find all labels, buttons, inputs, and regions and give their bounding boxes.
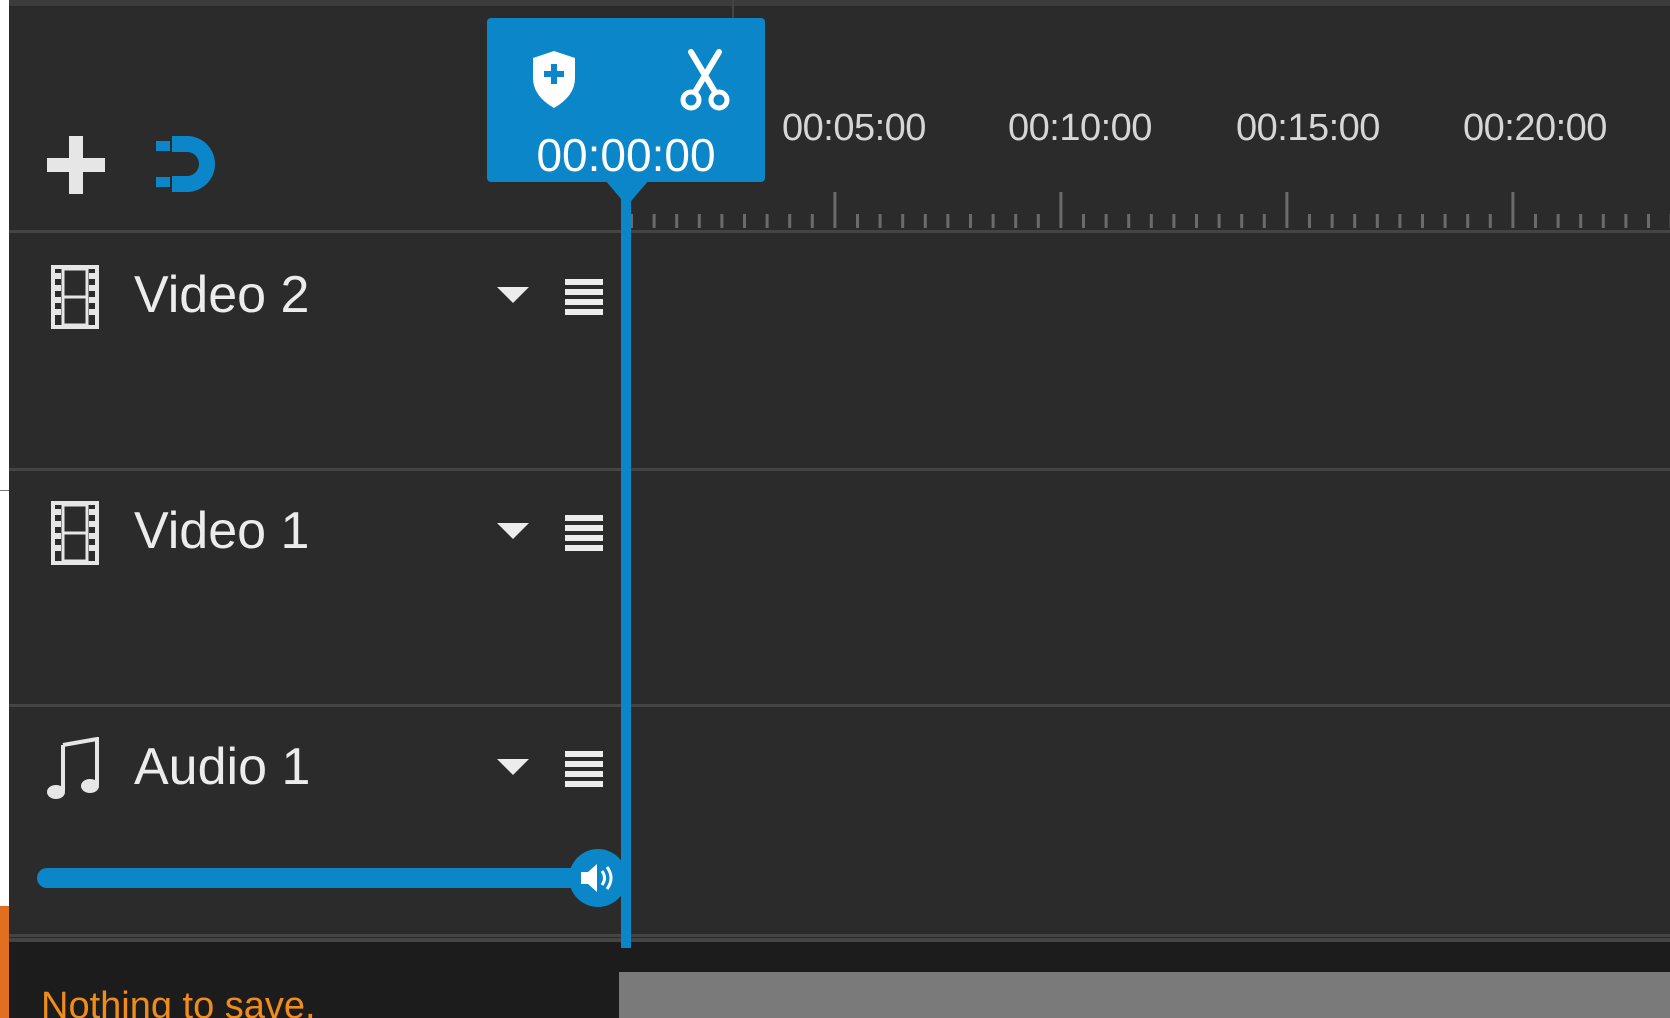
ruler-minor-tick <box>720 214 724 228</box>
ruler-label: 00:05:00 <box>782 107 926 149</box>
ruler-minor-tick <box>901 214 905 228</box>
music-note-icon <box>47 737 99 799</box>
playhead-pointer[interactable] <box>605 180 649 206</box>
ruler-minor-tick <box>810 214 814 228</box>
playhead-line[interactable] <box>621 196 631 948</box>
time-ruler[interactable] <box>621 190 1670 232</box>
ruler-minor-tick <box>991 214 995 228</box>
audio-volume-slider[interactable] <box>37 868 597 888</box>
ruler-minor-tick <box>1082 214 1085 228</box>
ruler-minor-tick <box>1172 214 1176 228</box>
add-track-button[interactable] <box>41 130 111 200</box>
snap-toggle-button[interactable] <box>151 130 231 200</box>
playhead-time: 00:00:00 <box>536 129 716 181</box>
ruler-minor-tick <box>1421 214 1424 228</box>
track-menu-icon[interactable] <box>559 743 609 793</box>
track-video-2: Video 2 <box>9 233 1670 469</box>
ruler-minor-tick <box>878 214 882 228</box>
ruler-minor-tick <box>923 214 927 228</box>
ruler-minor-tick <box>1308 214 1311 228</box>
ruler-minor-tick <box>946 214 950 228</box>
ruler-minor-tick <box>652 214 656 228</box>
ruler-minor-tick <box>1353 214 1357 228</box>
ruler-minor-tick <box>1217 214 1221 228</box>
ruler-minor-tick <box>1036 214 1040 228</box>
ruler-minor-tick <box>1262 214 1266 228</box>
ruler-minor-tick <box>1375 214 1379 228</box>
ruler-label: 00:15:00 <box>1236 107 1380 149</box>
track-divider <box>9 934 1670 937</box>
ruler-minor-tick <box>765 214 769 228</box>
ruler-minor-tick <box>697 214 701 228</box>
track-name[interactable]: Video 2 <box>134 265 309 325</box>
ruler-major-tick <box>1511 192 1515 228</box>
speaker-icon <box>581 864 613 892</box>
film-icon <box>51 265 99 329</box>
ruler-minor-tick <box>1488 214 1492 228</box>
ruler-minor-tick <box>1195 214 1198 228</box>
magnet-icon <box>154 135 215 193</box>
ruler-major-tick <box>833 192 837 228</box>
ruler-minor-tick <box>675 214 679 228</box>
chevron-down-icon[interactable] <box>491 747 535 787</box>
ruler-minor-tick <box>1579 214 1583 228</box>
add-marker-button[interactable] <box>529 48 579 112</box>
plus-icon <box>47 136 105 194</box>
horizontal-scrollbar[interactable] <box>619 972 1670 1018</box>
status-message: Nothing to save. <box>41 985 316 1018</box>
split-clip-button[interactable] <box>677 48 733 112</box>
track-audio-1: Audio 1 <box>9 707 1670 943</box>
ruler-minor-tick <box>1466 214 1470 228</box>
ruler-minor-tick <box>1149 214 1153 228</box>
ruler-minor-tick <box>1647 214 1650 228</box>
ruler-minor-tick <box>1104 214 1108 228</box>
track-menu-icon[interactable] <box>559 271 609 321</box>
ruler-minor-tick <box>1556 214 1560 228</box>
scissors-icon <box>680 49 730 111</box>
track-menu-icon[interactable] <box>559 507 609 557</box>
ruler-minor-tick <box>1398 214 1402 228</box>
chevron-down-icon[interactable] <box>491 511 535 551</box>
ruler-minor-tick <box>1624 214 1628 228</box>
track-name[interactable]: Video 1 <box>134 501 309 561</box>
ruler-minor-tick <box>1601 214 1605 228</box>
ruler-label: 00:20:00 <box>1463 107 1607 149</box>
track-video-1: Video 1 <box>9 471 1670 707</box>
timeline-editor: 00:05:00 00:10:00 00:15:00 00:20:00 Vide… <box>9 0 1670 1018</box>
ruler-minor-tick <box>1014 214 1018 228</box>
screen: 00:05:00 00:10:00 00:15:00 00:20:00 Vide… <box>0 0 1670 1018</box>
ruler-minor-tick <box>1534 214 1537 228</box>
film-icon <box>51 501 99 565</box>
ruler-minor-tick <box>788 214 792 228</box>
ruler-minor-tick <box>1330 214 1334 228</box>
playhead[interactable]: 00:00:00 <box>487 18 765 182</box>
ruler-minor-tick <box>1443 214 1447 228</box>
ruler-major-tick <box>1285 192 1289 228</box>
shield-plus-icon <box>533 51 575 108</box>
ruler-minor-tick <box>856 214 859 228</box>
ruler-minor-tick <box>1127 214 1131 228</box>
ruler-label: 00:10:00 <box>1008 107 1152 149</box>
volume-slider-handle[interactable] <box>569 849 627 907</box>
ruler-major-tick <box>1059 192 1063 228</box>
ruler-minor-tick <box>1240 214 1244 228</box>
top-strip-divider <box>732 0 734 20</box>
ruler-minor-tick <box>743 214 746 228</box>
ruler-minor-tick <box>969 214 972 228</box>
chevron-down-icon[interactable] <box>491 275 535 315</box>
top-strip <box>9 0 1670 6</box>
track-name[interactable]: Audio 1 <box>134 737 310 797</box>
